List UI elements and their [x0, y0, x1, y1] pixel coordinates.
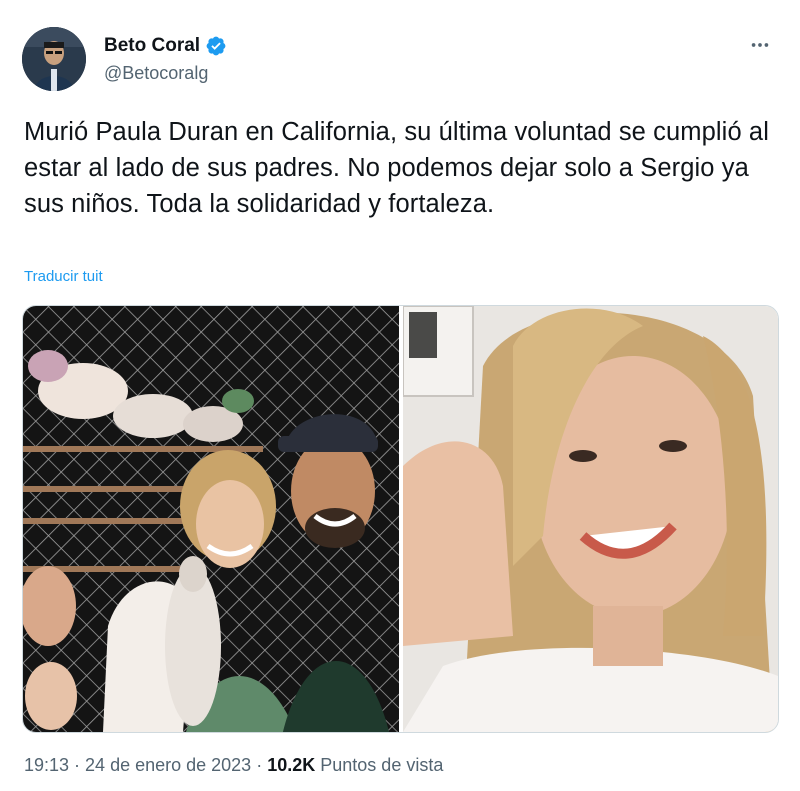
tweet-card: Beto Coral @Betocoralg Murió Paula Duran…: [0, 0, 800, 791]
meta-separator: ·: [251, 755, 268, 775]
author-handle[interactable]: @Betocoralg: [104, 63, 208, 84]
photo-couple[interactable]: [23, 306, 399, 732]
tweet-date[interactable]: 24 de enero de 2023: [85, 755, 251, 775]
avatar[interactable]: [22, 27, 86, 91]
tweet-time[interactable]: 19:13: [24, 755, 69, 775]
meta-separator: ·: [69, 755, 86, 775]
media-grid: [22, 305, 779, 733]
more-horizontal-icon: [751, 43, 769, 47]
photo-selfie-image: [403, 306, 778, 732]
author-name[interactable]: Beto Coral: [104, 35, 227, 57]
more-options-button[interactable]: [742, 30, 778, 60]
views-label: Puntos de vista: [320, 755, 444, 775]
views-count: 10.2K: [267, 755, 316, 775]
tweet-text: Murió Paula Duran en California, su últi…: [24, 118, 769, 218]
author-name-text[interactable]: Beto Coral: [104, 35, 200, 57]
tweet-meta: 19:13 · 24 de enero de 2023 · 10.2K Punt…: [24, 755, 443, 776]
verified-badge-icon: [205, 35, 227, 57]
avatar-image: [22, 27, 86, 91]
photo-couple-image: [23, 306, 399, 732]
photo-selfie[interactable]: [403, 306, 778, 732]
translate-tweet-link[interactable]: Traducir tuit: [24, 268, 103, 285]
